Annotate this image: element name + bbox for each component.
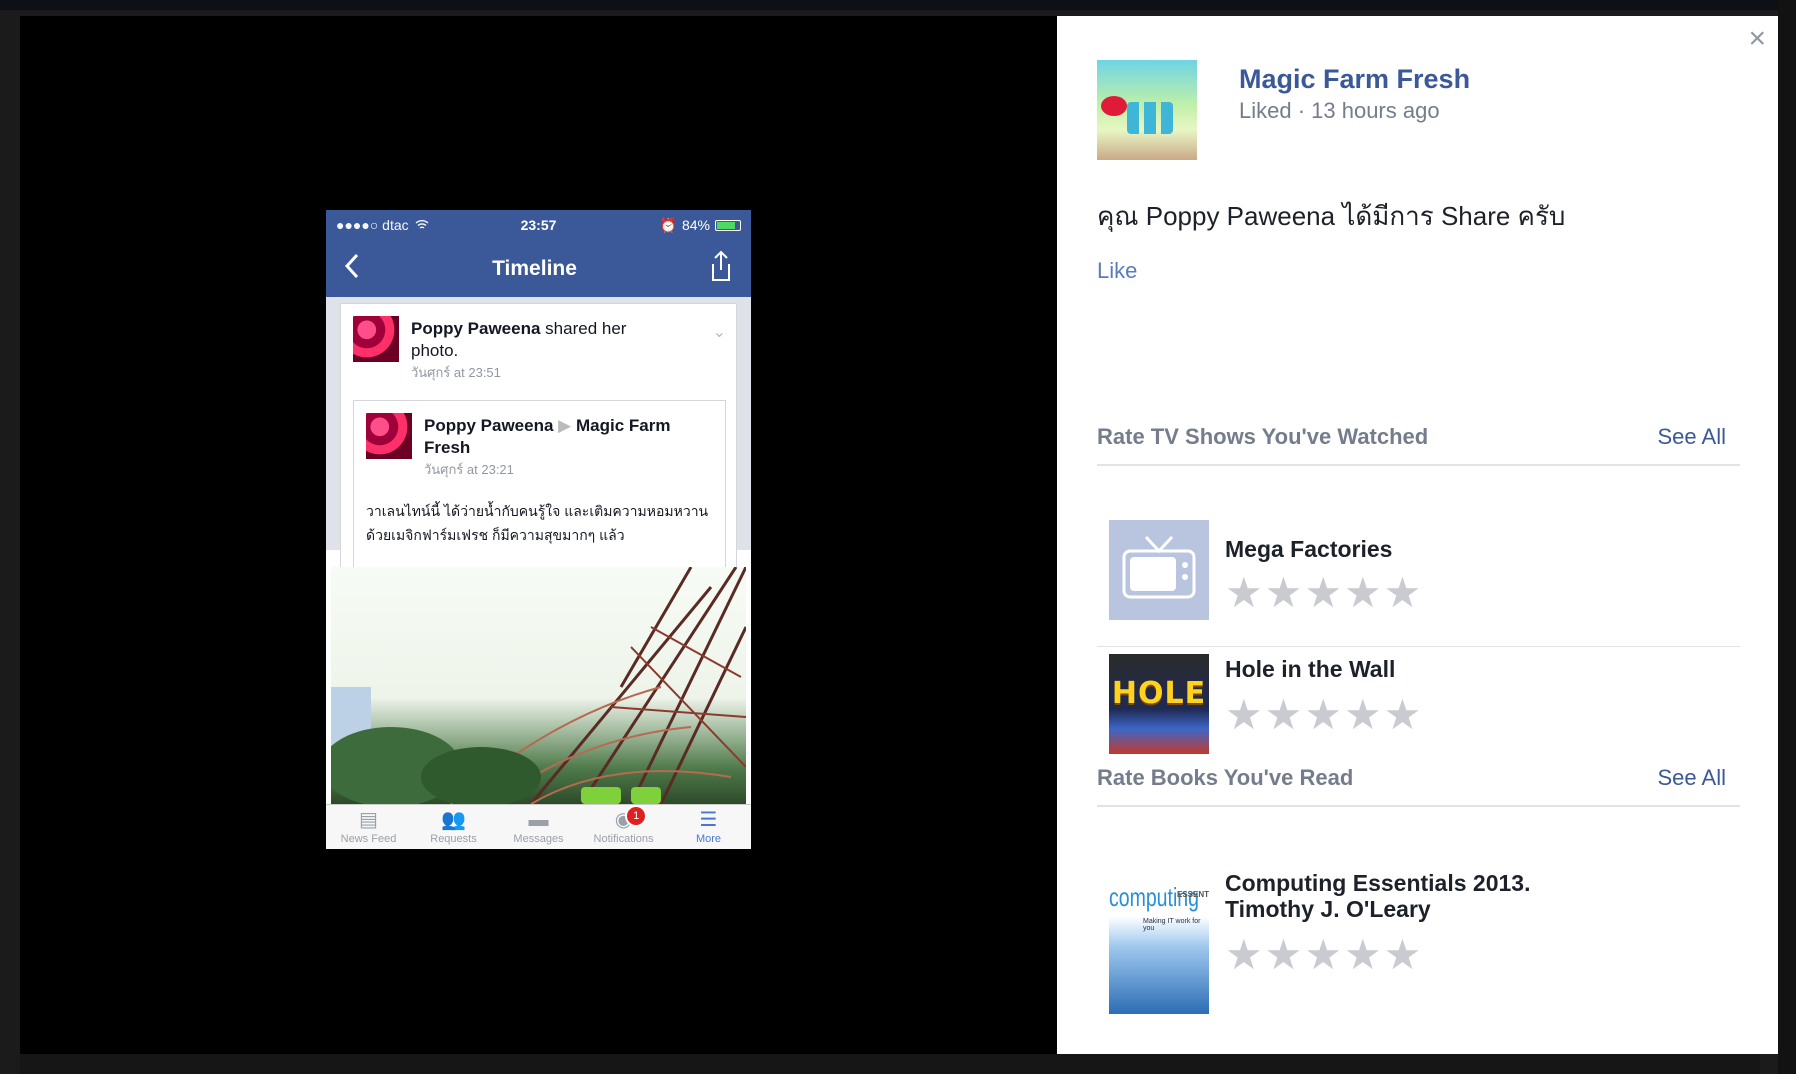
backdrop-strip [20,1054,1760,1074]
star-icon[interactable]: ★ [1304,934,1342,976]
post-photo [331,567,746,804]
tv-section-header: Rate TV Shows You've Watched See All [1097,424,1740,466]
phone-screenshot: ●●●●○ dtac 23:57 ⏰ 84% Timeline Poppy Pa… [326,210,751,849]
menu-icon: ☰ [699,809,718,831]
tab-news-feed: ▤ News Feed [326,805,411,849]
star-icon[interactable]: ★ [1384,934,1422,976]
star-icon[interactable]: ★ [1265,572,1303,614]
cover-tagline: Making IT work for you [1143,918,1201,932]
page-name-link[interactable]: Magic Farm Fresh [1239,64,1470,95]
star-icon[interactable]: ★ [1344,694,1382,736]
tv-section-title: Rate TV Shows You've Watched [1097,424,1429,449]
tv-item-mega-factories: Mega Factories ★ ★ ★ ★ ★ [1097,520,1740,641]
tv-item-title[interactable]: Hole in the Wall [1225,656,1705,682]
tv-item-title[interactable]: Mega Factories [1225,536,1705,562]
star-icon[interactable]: ★ [1265,934,1303,976]
cover-subtitle: ESSENTIALS [1177,890,1209,899]
arrow-icon: ▶ [558,416,572,435]
phone-tab-bar: ▤ News Feed 👥 Requests ▬ Messages ◉ 1 No… [326,804,751,849]
phone-status-bar: ●●●●○ dtac 23:57 ⏰ 84% [326,210,751,240]
tv-see-all-link[interactable]: See All [1658,424,1727,450]
nav-title: Timeline [492,256,577,280]
tv-item-hole-in-the-wall: HOLE Hole in the Wall ★ ★ ★ ★ ★ [1097,642,1740,763]
chevron-down-icon: ⌄ [712,324,726,341]
rating-stars: ★ ★ ★ ★ ★ [1225,572,1421,614]
tab-label: News Feed [340,833,397,845]
book-cover-thumbnail[interactable]: computing ESSENTIALS Making IT work for … [1109,864,1209,1014]
thumbnail-text: HOLE [1111,676,1207,711]
tv-placeholder-icon[interactable] [1109,520,1209,620]
tab-requests: 👥 Requests [411,805,496,849]
page-meta: Liked · 13 hours ago [1239,98,1440,123]
timeline-feed: Poppy Paweena shared her photo. วันศุกร์… [326,297,751,603]
back-arrow-icon [344,253,360,284]
notification-badge: 1 [625,805,648,827]
friend-requests-icon: 👥 [441,809,466,831]
tab-label: Notifications [593,833,654,845]
books-section-header: Rate Books You've Read See All [1097,765,1740,807]
shared-post-card: Poppy Paweena shared her photo. วันศุกร์… [340,303,737,603]
messages-icon: ▬ [528,809,549,831]
post-author: Poppy Paweena [411,319,541,338]
tab-notifications: ◉ 1 Notifications [581,805,666,849]
photo-lightbox: ●●●●○ dtac 23:57 ⏰ 84% Timeline Poppy Pa… [20,16,1778,1054]
book-item-computing-essentials: computing ESSENTIALS Making IT work for … [1097,864,1740,1034]
inner-author: Poppy Paweena [424,416,554,435]
star-icon[interactable]: ★ [1304,572,1342,614]
tab-more: ☰ More [666,805,751,849]
tab-label: Requests [430,833,477,845]
star-icon[interactable]: ★ [1344,934,1382,976]
star-icon[interactable]: ★ [1384,572,1422,614]
inner-post-text: วาเลนไทน์นี้ ได้ว่ายน้ำกับคนรู้ใจ และเติ… [366,503,709,543]
top-bar [0,0,1796,10]
post-caption: คุณ Poppy Paweena ได้มีการ Share ครับ [1097,201,1566,231]
books-section-title: Rate Books You've Read [1097,765,1354,790]
share-icon [709,250,733,287]
rating-stars: ★ ★ ★ ★ ★ [1225,694,1421,736]
star-icon[interactable]: ★ [1225,934,1263,976]
book-item-title[interactable]: Computing Essentials 2013. Timothy J. O'… [1225,870,1565,922]
like-link[interactable]: Like [1097,258,1137,284]
tab-label: Messages [513,833,564,845]
inner-author-avatar [366,413,412,459]
phone-nav-bar: Timeline [326,240,751,297]
page-avatar[interactable] [1097,60,1197,160]
tv-show-thumbnail[interactable]: HOLE [1109,654,1209,754]
star-icon[interactable]: ★ [1384,694,1422,736]
news-feed-icon: ▤ [359,809,378,831]
close-button[interactable]: × [1748,22,1766,56]
post-time: วันศุกร์ at 23:51 [411,365,501,380]
lightbox-sidebar: × Magic Farm Fresh Liked · 13 hours ago … [1057,16,1778,1054]
star-icon[interactable]: ★ [1344,572,1382,614]
backdrop-right [1778,0,1796,1074]
inner-post-header: Poppy Paweena ▶ Magic Farm Fresh วันศุกร… [424,415,704,481]
avatar-bottles [1127,102,1173,134]
photo-stage[interactable]: ●●●●○ dtac 23:57 ⏰ 84% Timeline Poppy Pa… [20,16,1057,1054]
tab-messages: ▬ Messages [496,805,581,849]
star-icon[interactable]: ★ [1265,694,1303,736]
star-icon[interactable]: ★ [1225,572,1263,614]
rating-stars: ★ ★ ★ ★ ★ [1225,934,1421,976]
phone-clock: 23:57 [520,217,557,233]
star-icon[interactable]: ★ [1225,694,1263,736]
star-icon[interactable]: ★ [1304,694,1342,736]
avatar-badge [1101,96,1127,116]
post-header: Poppy Paweena shared her photo. วันศุกร์… [411,318,671,384]
inner-post-time: วันศุกร์ at 23:21 [424,462,514,477]
books-see-all-link[interactable]: See All [1658,765,1727,791]
tab-label: More [695,833,722,845]
author-avatar [353,316,399,362]
